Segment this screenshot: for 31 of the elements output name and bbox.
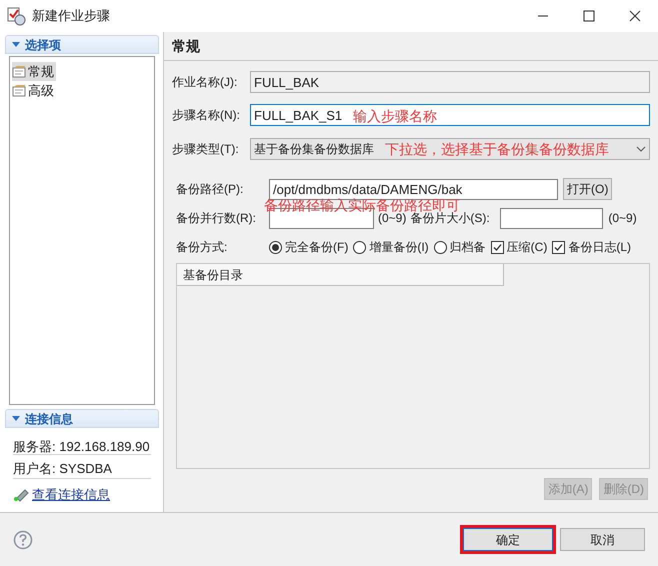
user-info: 用户名: SYSDBA (13, 455, 151, 479)
sidebar-item[interactable]: 高级 (12, 81, 56, 100)
field-label: 备份片大小(S): (410, 211, 491, 227)
option-label: 压缩(C) (506, 239, 548, 256)
option-label: 备份日志(L) (568, 239, 631, 256)
connection-info-link[interactable]: 查看连接信息 (32, 485, 110, 504)
dialog-button[interactable]: 确定 (463, 528, 553, 551)
backup-path-field[interactable]: /opt/dmdbms/data/DAMENG/bak (269, 178, 558, 200)
server-info: 服务器: 192.168.189.90 (13, 431, 151, 455)
window-title: 新建作业步骤 (32, 7, 110, 26)
option-label: 增量备份(I) (369, 239, 429, 256)
field-label: 作业名称(J): (172, 74, 238, 91)
column-header[interactable]: 基备份目录 (177, 264, 504, 286)
annotation-text: 下拉选，选择基于备份集备份数据库 (385, 140, 609, 158)
field-label: 备份并行数(R): (176, 210, 257, 227)
option-label: 归档备 (450, 239, 486, 256)
annotation-text: 输入步骤名称 (353, 107, 437, 126)
range-hint: (0~9) (608, 210, 637, 227)
field-label: 备份路径(P): (176, 181, 244, 198)
section-header[interactable]: 选择项 (5, 35, 159, 54)
field-label: 备份方式: (176, 239, 228, 256)
section-header[interactable]: 连接信息 (5, 409, 159, 428)
sidebar-item[interactable]: 常规 (12, 62, 56, 81)
open-button[interactable]: 打开(O) (563, 178, 612, 200)
field-label: 步骤类型(T): (172, 141, 240, 158)
range-hint: (0~9) (378, 211, 406, 227)
dialog-button[interactable]: 取消 (560, 528, 645, 551)
option-label: 完全备份(F) (285, 239, 348, 256)
step-type-dropdown[interactable]: 基于备份集备份数据库 下拉选，选择基于备份集备份数据库 (250, 138, 650, 160)
panel-title: 常规 (172, 36, 200, 56)
field-label: 步骤名称(N): (172, 107, 241, 124)
